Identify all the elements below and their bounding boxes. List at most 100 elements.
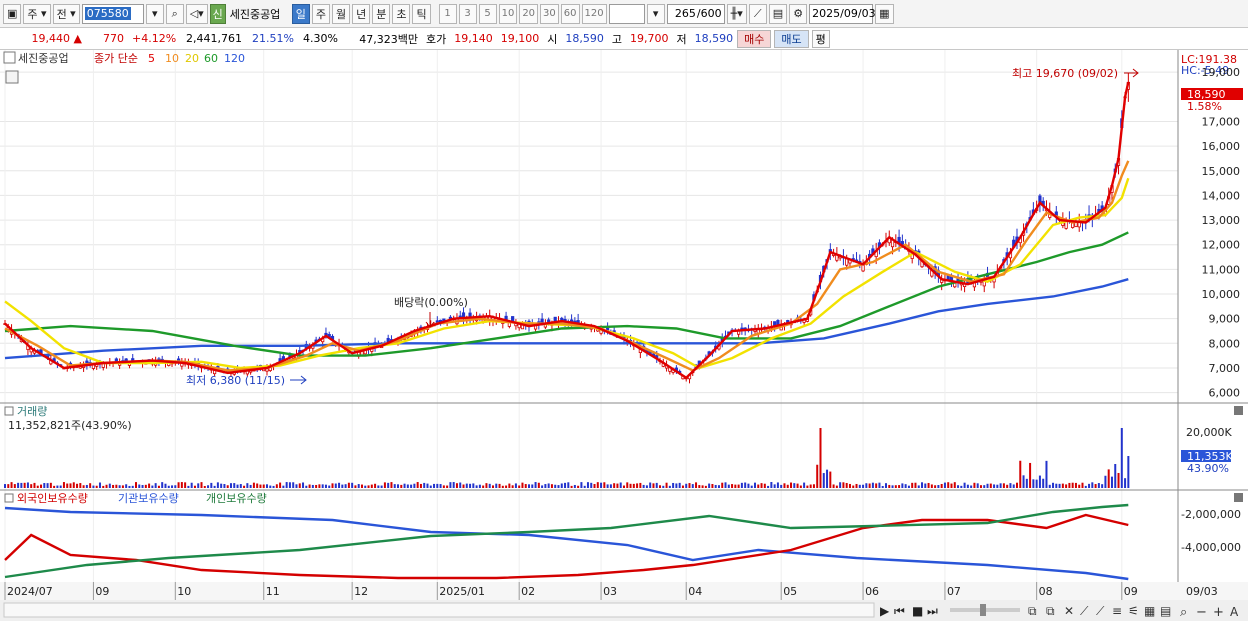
zoom-in-icon[interactable]: +	[1213, 605, 1224, 620]
scroll-first-icon[interactable]: ⏮	[894, 604, 905, 618]
minute-5[interactable]: 5	[478, 3, 497, 24]
volume-bar	[33, 482, 36, 488]
minute-60[interactable]: 60	[560, 3, 580, 24]
volume-bar	[354, 485, 357, 488]
volume-bar	[1091, 482, 1094, 488]
stop-icon[interactable]: ■	[912, 604, 923, 618]
window-icon[interactable]: ▣	[3, 3, 22, 24]
grid-icon[interactable]: ▦	[1144, 604, 1155, 618]
custom-period-input[interactable]	[608, 3, 645, 24]
volume-bar	[308, 484, 311, 488]
volume-bar	[108, 483, 111, 488]
volume-panel-close-icon[interactable]	[1234, 406, 1243, 415]
custom-period-dropdown[interactable]: ▾	[646, 3, 665, 24]
minute-1[interactable]: 1	[438, 3, 457, 24]
draw-tool-icon[interactable]: ⟋	[748, 3, 767, 24]
gear-icon[interactable]: ⚙	[789, 3, 808, 24]
date-input[interactable]: 2025/09/03	[809, 3, 876, 24]
volume-bar	[462, 484, 465, 488]
scroll-last-icon[interactable]: ⏭	[927, 604, 938, 618]
chart-area: 세진중공업 종가 단순 5 10 20 60 120 LC:191.38 HC:…	[0, 50, 1248, 621]
volume-bar	[387, 482, 390, 488]
price-tick-label: 14,000	[1202, 189, 1241, 202]
minute-3[interactable]: 3	[458, 3, 477, 24]
period-tick[interactable]: 틱	[412, 3, 431, 24]
line-icon[interactable]: ⟋	[1096, 604, 1105, 618]
volume-bar	[986, 483, 989, 488]
volume-bar	[780, 484, 783, 488]
x-tick-label: 04	[688, 585, 702, 598]
legend-label: 종가 단순	[94, 52, 138, 65]
fib-icon[interactable]: ≡	[1112, 604, 1122, 618]
period-month[interactable]: 월	[331, 3, 351, 24]
period-year[interactable]: 년	[352, 3, 371, 24]
range-select[interactable]: 전 ▾	[52, 3, 80, 24]
copy-icon[interactable]: ⧉	[1046, 604, 1055, 618]
indicator-icon[interactable]: ⚟	[1128, 604, 1139, 618]
stock-code-input[interactable]: 075580	[81, 3, 144, 24]
period-week[interactable]: 주	[311, 3, 330, 24]
legend-stock-name: 세진중공업	[18, 52, 69, 65]
volume-bar	[865, 483, 868, 488]
period-second[interactable]: 초	[392, 3, 411, 24]
code-dropdown-button[interactable]: ▾	[145, 3, 164, 24]
volume-bar	[724, 482, 727, 488]
price-tick-label: 7,000	[1209, 362, 1241, 375]
period-minute[interactable]: 분	[372, 3, 391, 24]
volume-bar	[773, 484, 776, 488]
current-price-pct: 1.58%	[1187, 100, 1222, 113]
volume-bar	[691, 484, 694, 488]
volume-bar	[439, 484, 442, 488]
volume-bar	[1035, 479, 1038, 488]
volume-bar	[89, 483, 92, 488]
save-icon[interactable]: ▤	[768, 3, 788, 24]
minute-20[interactable]: 20	[519, 3, 539, 24]
count-input[interactable]: 265/600	[666, 3, 725, 24]
volume-bar	[554, 484, 557, 488]
minute-120[interactable]: 120	[581, 3, 607, 24]
holding-legend-box-icon[interactable]	[4, 493, 14, 503]
holding-panel-close-icon[interactable]	[1234, 493, 1243, 502]
price-tick-label: 16,000	[1202, 140, 1241, 153]
volume-bar	[953, 482, 956, 488]
volume-bar	[292, 482, 295, 488]
trend-icon[interactable]: ⟋	[1080, 604, 1089, 618]
zoom-out-icon[interactable]: −	[1196, 605, 1207, 620]
zoom-search-icon[interactable]: ⌕	[1180, 605, 1187, 620]
sell-button[interactable]: 매도	[774, 29, 809, 48]
volume-bar	[138, 484, 141, 488]
scroll-right-icon[interactable]: ▶	[880, 604, 890, 618]
average-button[interactable]: 평	[811, 29, 830, 48]
layout-icon[interactable]: ▤	[1160, 604, 1171, 618]
market-select[interactable]: 주 ▾	[23, 3, 51, 24]
individual-holding-label: 개인보유수량	[206, 492, 267, 505]
font-size-icon[interactable]: A	[1230, 605, 1239, 619]
calendar-icon[interactable]: ▦	[875, 3, 894, 24]
volume-bar	[324, 484, 327, 488]
minute-10[interactable]: 10	[498, 3, 518, 24]
volume-bar	[848, 483, 851, 488]
volume-bar	[328, 485, 331, 488]
search-icon[interactable]: ⌕	[165, 3, 184, 24]
zoom-slider-thumb[interactable]	[980, 604, 986, 616]
volume-bar	[508, 483, 511, 488]
volume-bar	[383, 482, 386, 488]
candle-icon[interactable]: ╫▾	[726, 3, 747, 24]
table-icon[interactable]	[5, 70, 19, 84]
volume-bar	[436, 483, 439, 488]
compare-icon[interactable]: ⧉	[1028, 604, 1037, 618]
period-day[interactable]: 일	[291, 3, 310, 24]
cross-icon[interactable]: ✕	[1064, 604, 1074, 618]
volume-legend-box-icon[interactable]	[4, 406, 14, 416]
volume-bar	[1042, 478, 1045, 488]
volume-bar	[717, 485, 720, 488]
volume-bar	[367, 485, 370, 488]
minute-30[interactable]: 30	[540, 3, 559, 24]
buy-button[interactable]: 매수	[737, 29, 772, 48]
volume-bar	[695, 482, 698, 488]
new-badge[interactable]: 신	[209, 3, 226, 24]
speaker-icon[interactable]: ◁▾	[185, 3, 208, 24]
x-tick-label: 2024/07	[7, 585, 53, 598]
legend-box-icon[interactable]	[3, 51, 16, 64]
scrollbar-track[interactable]	[3, 602, 875, 618]
